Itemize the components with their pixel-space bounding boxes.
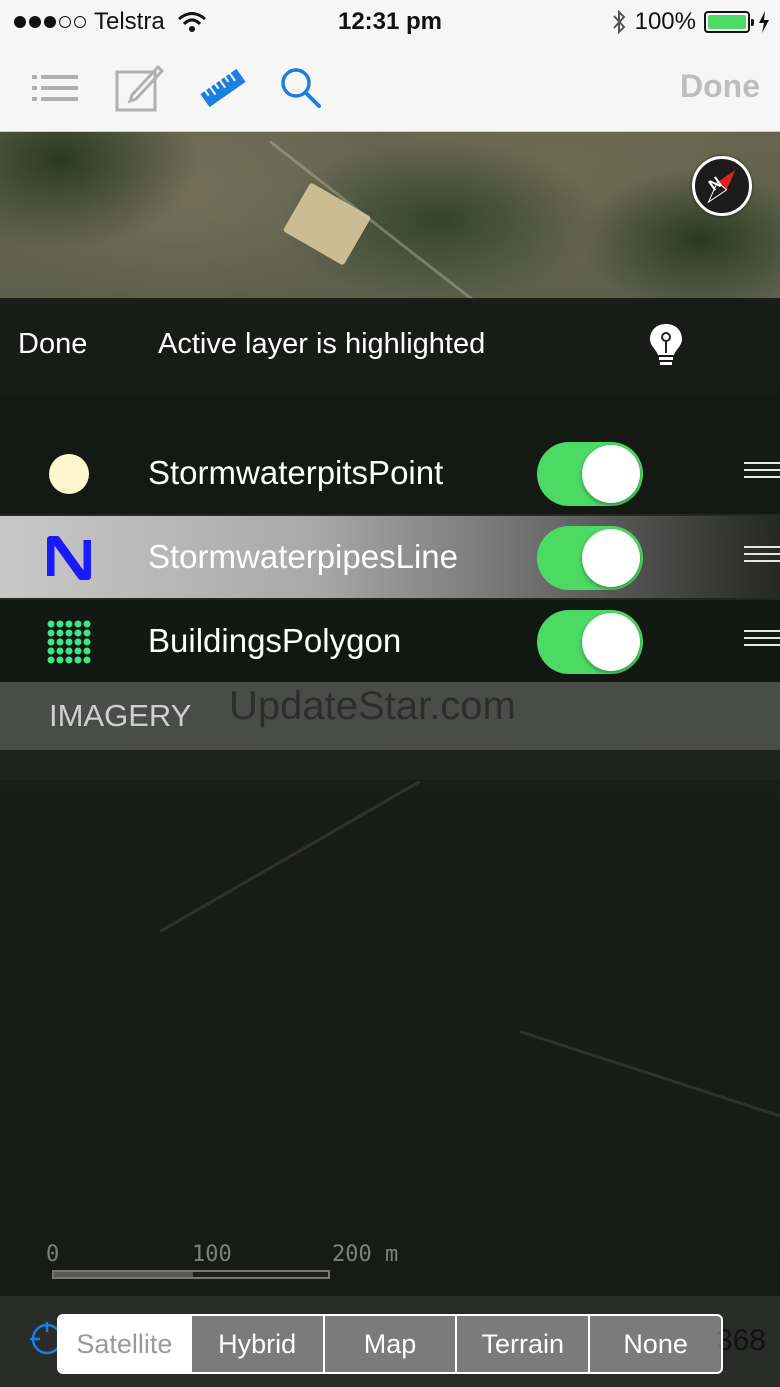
ruler-icon[interactable] (198, 64, 248, 112)
battery-percent: 100% (634, 8, 696, 35)
imagery-section-header: IMAGERY UpdateStar.com (0, 682, 780, 750)
feature-count: 368 (715, 1324, 766, 1357)
layer-name: StormwaterpipesLine (148, 538, 458, 575)
scale-bar: 0 100 200 m (40, 1242, 440, 1282)
basemap-option-none[interactable]: None (588, 1316, 721, 1372)
reorder-handle-icon[interactable] (744, 630, 780, 650)
layer-name: StormwaterpitsPoint (148, 454, 444, 491)
basemap-option-satellite[interactable]: Satellite (59, 1316, 190, 1372)
scale-tick-label: 0 (46, 1242, 60, 1267)
map-toolbar: Done (0, 44, 780, 132)
scale-tick-label: 200 m (332, 1242, 399, 1267)
reorder-handle-icon[interactable] (744, 462, 780, 482)
layer-visibility-toggle[interactable] (537, 442, 643, 506)
compass-button[interactable]: N (692, 156, 752, 216)
basemap-selector: Satellite Hybrid Map Terrain None (57, 1314, 723, 1374)
layers-panel-spacer (0, 394, 780, 432)
polygon-symbol-icon (47, 620, 91, 664)
charging-icon (759, 11, 769, 33)
basemap-option-terrain[interactable]: Terrain (455, 1316, 588, 1372)
basemap-option-map[interactable]: Map (322, 1316, 456, 1372)
watermark-text: UpdateStar.com (229, 684, 516, 728)
layers-done-button[interactable]: Done (18, 328, 87, 361)
compass-icon: N (706, 169, 736, 204)
status-bar: Telstra 12:31 pm 100% (0, 0, 780, 44)
basemap-option-hybrid[interactable]: Hybrid (189, 1316, 323, 1372)
layer-row-stormwaterpipes[interactable]: StormwaterpipesLine (0, 516, 780, 598)
toolbar-done-button[interactable]: Done (680, 68, 760, 105)
scale-bar-graphic (52, 1270, 330, 1279)
layer-row-stormwaterpits[interactable]: StormwaterpitsPoint (0, 432, 780, 514)
battery-icon (704, 11, 754, 33)
layer-row-buildings[interactable]: BuildingsPolygon (0, 600, 780, 682)
reorder-handle-icon[interactable] (744, 546, 780, 566)
bluetooth-icon (612, 9, 625, 35)
edit-icon[interactable] (114, 64, 164, 112)
imagery-label: IMAGERY (49, 698, 192, 733)
point-symbol-icon (49, 454, 89, 494)
map-feature-arena (282, 182, 372, 266)
layers-panel-header: Done Active layer is highlighted (0, 298, 780, 394)
scale-tick-label: 100 (192, 1242, 232, 1267)
layer-visibility-toggle[interactable] (537, 610, 643, 674)
search-icon[interactable] (276, 64, 326, 112)
list-icon[interactable] (30, 64, 80, 112)
line-symbol-icon (47, 536, 91, 580)
layers-hint: Active layer is highlighted (158, 328, 486, 360)
layer-visibility-toggle[interactable] (537, 526, 643, 590)
lightbulb-icon[interactable] (646, 322, 686, 368)
layer-name: BuildingsPolygon (148, 622, 402, 659)
